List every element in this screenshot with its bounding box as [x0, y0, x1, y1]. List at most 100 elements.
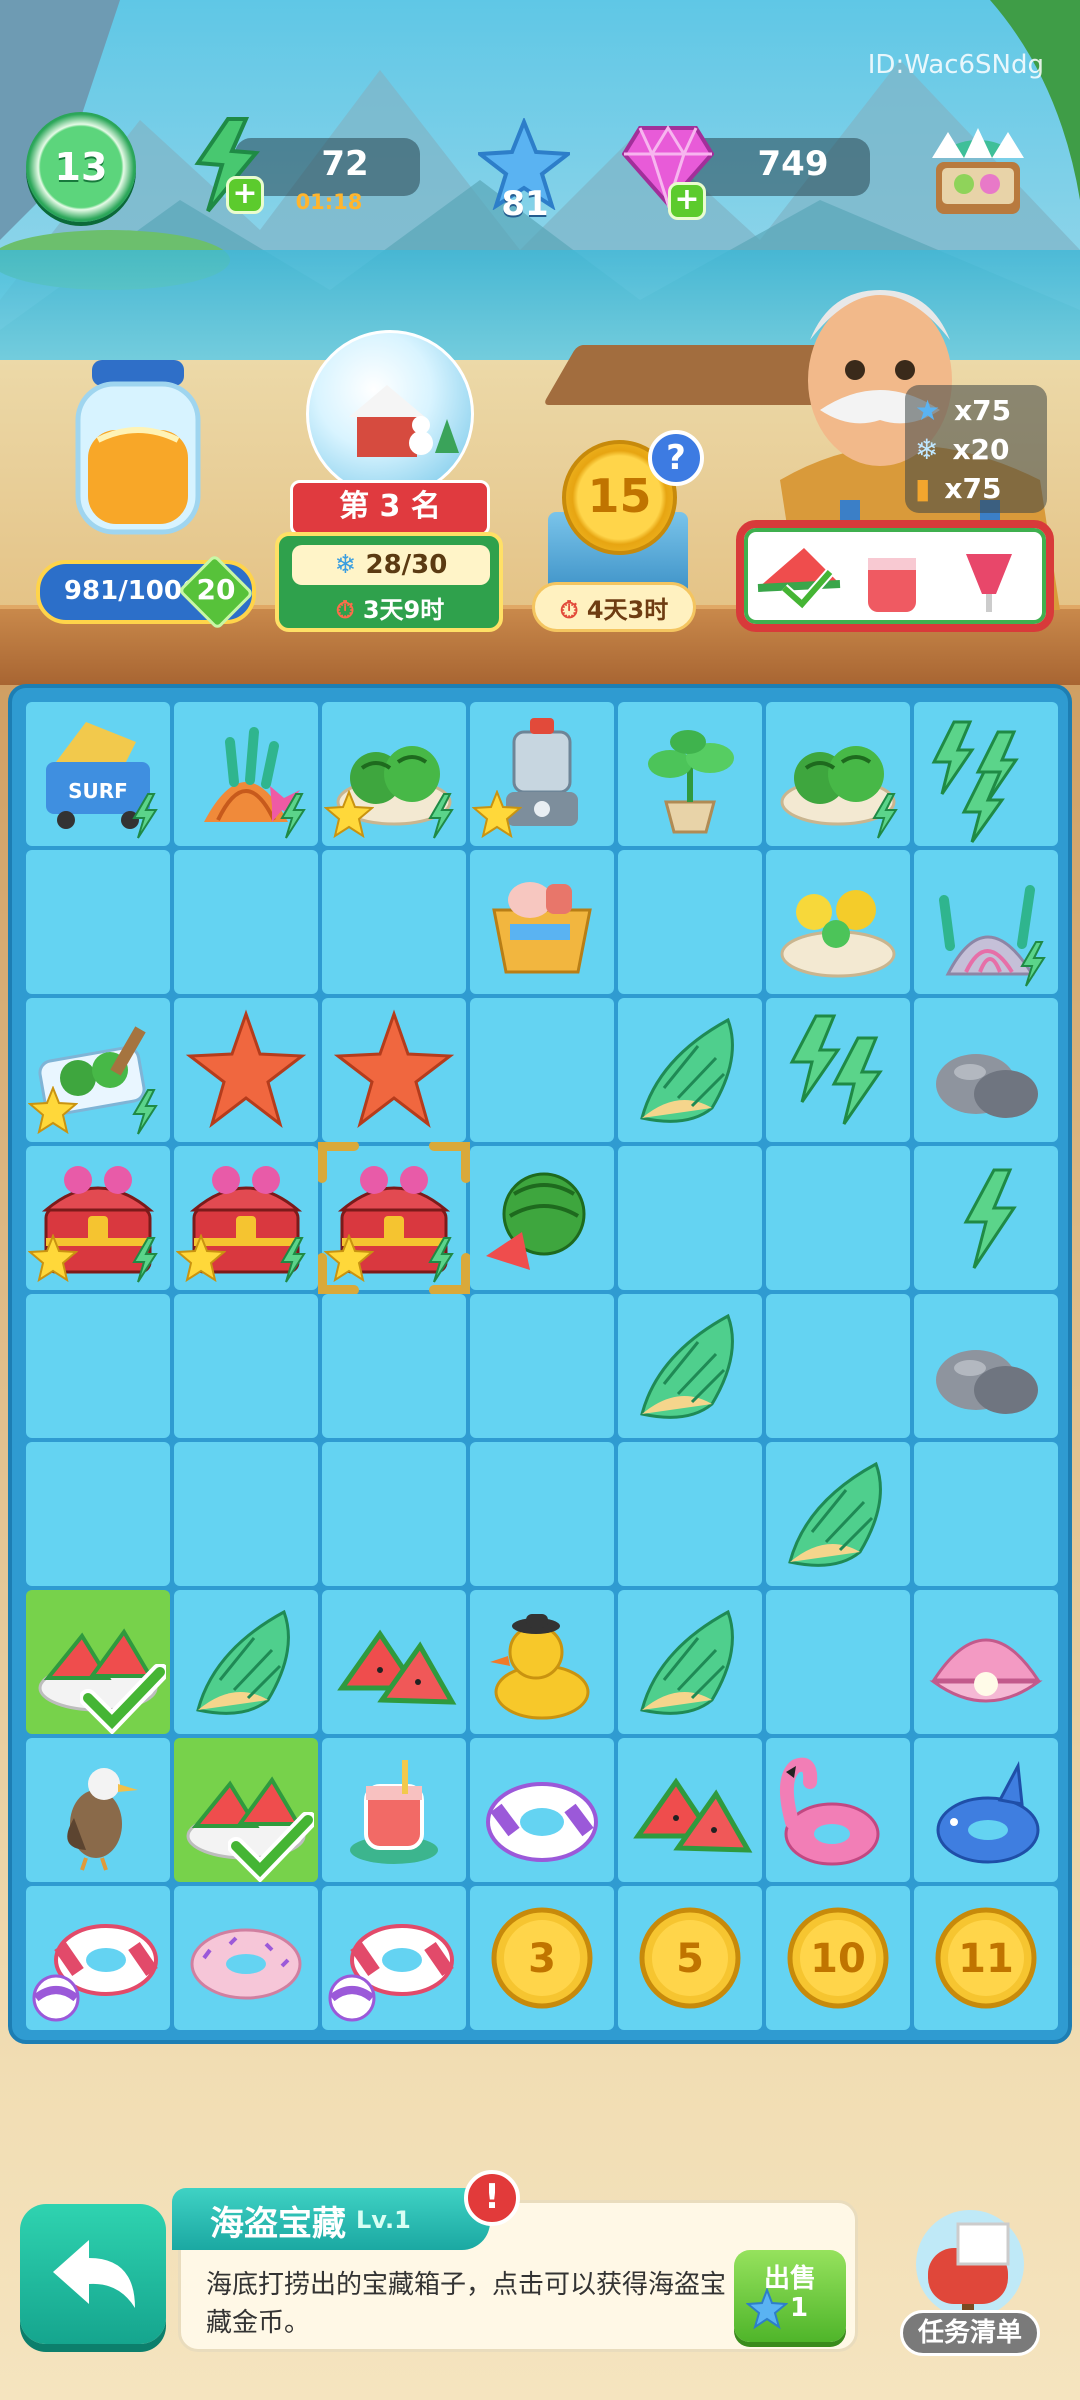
board-cell[interactable] [26, 1590, 170, 1734]
board-cell[interactable] [766, 1738, 910, 1882]
board-cell[interactable] [470, 850, 614, 994]
board-cell-empty[interactable] [766, 1294, 910, 1438]
board-cell[interactable]: 11 [914, 1886, 1058, 2030]
board-cell[interactable] [470, 1590, 614, 1734]
board-cell[interactable] [322, 998, 466, 1142]
board-cell[interactable] [26, 1886, 170, 2030]
conch-icon[interactable] [618, 1294, 762, 1438]
board-cell[interactable] [766, 998, 910, 1142]
flower-plate-icon[interactable] [766, 850, 910, 994]
starfish-icon[interactable] [322, 998, 466, 1142]
board-cell[interactable] [322, 702, 466, 846]
coin-icon[interactable]: 10 [766, 1886, 910, 2030]
swim-ring-ball-icon[interactable] [26, 1886, 170, 2030]
board-cell[interactable] [322, 1590, 466, 1734]
swim-ring-purple-icon[interactable] [470, 1738, 614, 1882]
alert-icon[interactable]: ! [464, 2170, 520, 2226]
board-cell-empty[interactable] [914, 1442, 1058, 1586]
potted-plant-icon[interactable] [618, 702, 762, 846]
board-cell-empty[interactable] [618, 1146, 762, 1290]
task-list-button[interactable]: 任务清单 [900, 2310, 1040, 2356]
coin-icon[interactable]: 5 [618, 1886, 762, 2030]
pearl-clam-icon[interactable] [914, 1590, 1058, 1734]
watermelon-slices-icon[interactable] [618, 1738, 762, 1882]
board-cell[interactable] [618, 1738, 762, 1882]
order-card[interactable] [736, 520, 1054, 632]
shark-float-icon[interactable] [914, 1738, 1058, 1882]
board-cell[interactable] [618, 1294, 762, 1438]
triple-bolt-icon[interactable] [914, 702, 1058, 846]
board-cell-empty[interactable] [470, 1294, 614, 1438]
conch-icon[interactable] [618, 1590, 762, 1734]
board-cell[interactable] [174, 702, 318, 846]
donut-float-icon[interactable] [174, 1886, 318, 2030]
conch-icon[interactable] [174, 1590, 318, 1734]
board-cell[interactable] [618, 998, 762, 1142]
board-cell[interactable] [470, 702, 614, 846]
board-cell[interactable] [174, 1590, 318, 1734]
board-cell[interactable] [322, 1738, 466, 1882]
board-cell[interactable]: 10 [766, 1886, 910, 2030]
bolt-icon[interactable] [914, 1146, 1058, 1290]
board-cell-empty[interactable] [470, 998, 614, 1142]
board-cell[interactable] [914, 850, 1058, 994]
board-cell[interactable] [914, 1146, 1058, 1290]
juice-cup-icon[interactable] [322, 1738, 466, 1882]
player-level-badge[interactable]: 13 [26, 112, 136, 222]
board-cell[interactable] [914, 1590, 1058, 1734]
double-bolt-icon[interactable] [766, 998, 910, 1142]
board-cell-empty[interactable] [618, 850, 762, 994]
back-button[interactable] [20, 2204, 166, 2344]
help-icon[interactable]: ? [648, 430, 704, 486]
board-cell[interactable] [914, 1738, 1058, 1882]
board-cell[interactable]: 5 [618, 1886, 762, 2030]
conch-icon[interactable] [766, 1442, 910, 1586]
board-cell-empty[interactable] [618, 1442, 762, 1586]
board-cell-empty[interactable] [322, 850, 466, 994]
swim-ring-ball-icon[interactable] [322, 1886, 466, 2030]
board-cell[interactable] [914, 1294, 1058, 1438]
basket-icon[interactable] [470, 850, 614, 994]
starfish-icon[interactable] [174, 998, 318, 1142]
snow-globe-icon[interactable] [306, 330, 474, 498]
board-cell[interactable] [470, 1738, 614, 1882]
board-cell[interactable] [766, 850, 910, 994]
board-cell-empty[interactable] [26, 850, 170, 994]
board-cell[interactable] [322, 1886, 466, 2030]
board-cell-empty[interactable] [766, 1590, 910, 1734]
board-cell[interactable] [174, 1886, 318, 2030]
board-cell[interactable] [618, 702, 762, 846]
board-cell[interactable]: 3 [470, 1886, 614, 2030]
coin-icon[interactable]: 3 [470, 1886, 614, 2030]
add-gems-button[interactable]: + [668, 182, 706, 220]
board-cell-empty[interactable] [470, 1442, 614, 1586]
honey-jar-icon[interactable] [68, 360, 208, 540]
board-cell[interactable]: SURF [26, 702, 170, 846]
rock-icon[interactable] [914, 998, 1058, 1142]
board-cell[interactable] [26, 998, 170, 1142]
board-cell-empty[interactable] [322, 1294, 466, 1438]
board-cell-empty[interactable] [766, 1146, 910, 1290]
rock-icon[interactable] [914, 1294, 1058, 1438]
board-cell[interactable] [618, 1590, 762, 1734]
board-cell[interactable] [174, 1738, 318, 1882]
board-cell-empty[interactable] [322, 1442, 466, 1586]
board-cell[interactable] [174, 1146, 318, 1290]
board-cell[interactable] [470, 1146, 614, 1290]
watermelon-slices-icon[interactable] [322, 1590, 466, 1734]
board-cell[interactable] [766, 702, 910, 846]
board-cell[interactable] [174, 998, 318, 1142]
board-cell-empty[interactable] [26, 1294, 170, 1438]
board-cell-empty[interactable] [174, 1294, 318, 1438]
board-cell-empty[interactable] [174, 1442, 318, 1586]
conch-icon[interactable] [618, 998, 762, 1142]
shop-icon[interactable] [928, 112, 1028, 222]
seagull-icon[interactable] [26, 1738, 170, 1882]
board-cell[interactable] [318, 1142, 470, 1294]
board-cell-empty[interactable] [174, 850, 318, 994]
rubber-duck-icon[interactable] [470, 1590, 614, 1734]
board-cell[interactable] [26, 1738, 170, 1882]
board-cell[interactable] [914, 702, 1058, 846]
watermelon-icon[interactable] [470, 1146, 614, 1290]
board-cell-empty[interactable] [26, 1442, 170, 1586]
